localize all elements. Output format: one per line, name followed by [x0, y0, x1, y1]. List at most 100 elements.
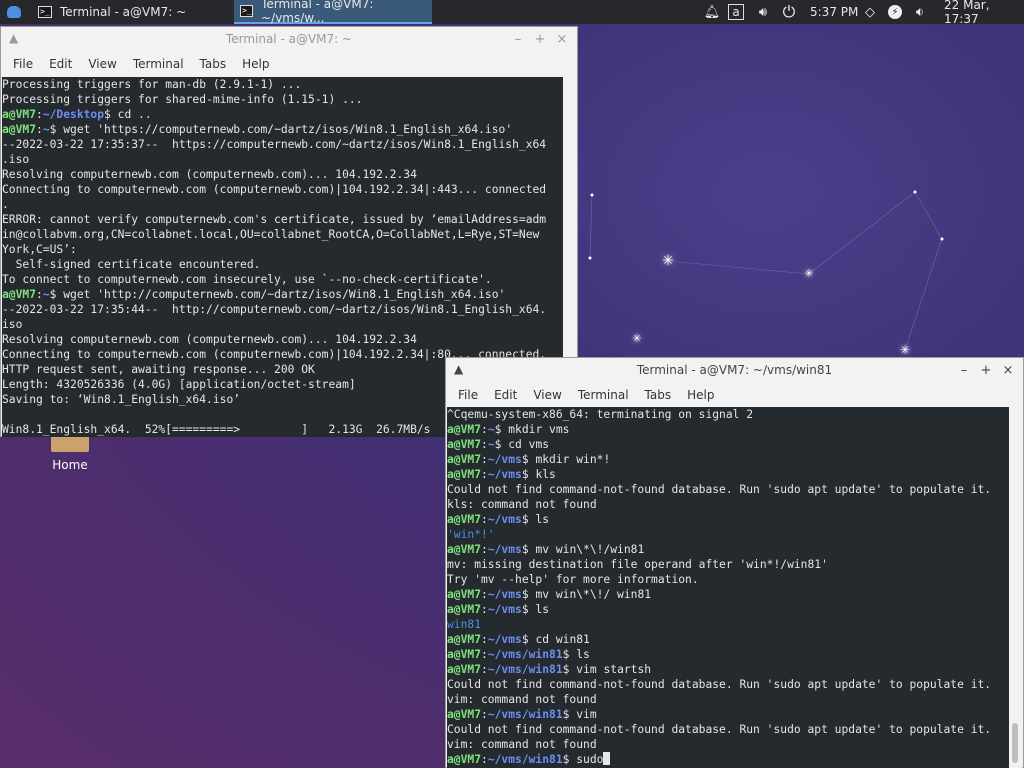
terminal-line: a@VM7:~/vms/win81$ vim startsh	[447, 662, 1010, 677]
terminal-line: a@VM7:~$ wget 'https://computernewb.com/…	[2, 122, 563, 137]
window-titlebar[interactable]: ▲ Terminal - a@VM7: ~ – + ×	[1, 27, 577, 51]
terminal-line: Self-signed certificate encountered.	[2, 257, 563, 272]
terminal-text: iso	[2, 318, 23, 331]
xfce-mouse-icon	[7, 6, 21, 18]
terminal-line: Could not find command-not-found databas…	[447, 677, 1010, 692]
terminal-output[interactable]: ^Cqemu-system-x86_64: terminating on sig…	[447, 407, 1010, 768]
battery-button[interactable]: ⚡	[888, 0, 902, 24]
window-titlebar[interactable]: ▲ Terminal - a@VM7: ~/vms/win81 – + ×	[446, 358, 1023, 382]
star-dot	[588, 256, 592, 260]
terminal-text: $ mv win\*\!/ win81	[521, 588, 652, 601]
terminal-text: ERROR: cannot verify computernewb.com's …	[2, 213, 547, 226]
terminal-line: --2022-03-22 17:35:44-- http://computern…	[2, 302, 563, 317]
volume-button[interactable]: 🔊︎	[755, 0, 771, 24]
terminal-text: .	[2, 198, 9, 211]
terminal-text: $ cd win81	[521, 633, 590, 646]
minimize-icon[interactable]: –	[507, 32, 529, 47]
terminal-text: a@VM7	[447, 438, 482, 451]
menu-tabs[interactable]: Tabs	[637, 388, 680, 402]
terminal-text: :	[481, 633, 488, 646]
clock[interactable]: 5:37 PM	[810, 0, 858, 24]
taskbar-item-terminal-home[interactable]: >_ Terminal - a@VM7: ~	[32, 0, 230, 24]
terminal-text: Processing triggers for shared-mime-info…	[2, 93, 363, 106]
terminal-text: Saving to: ‘Win8.1_English_x64.iso’	[2, 393, 241, 406]
terminal-text: a@VM7	[447, 543, 482, 556]
terminal-text: Length: 4320526336 (4.0G) [application/o…	[2, 378, 356, 391]
terminal-text: a@VM7	[447, 468, 482, 481]
terminal-line: ERROR: cannot verify computernewb.com's …	[2, 212, 563, 227]
menu-edit[interactable]: Edit	[41, 57, 80, 71]
menu-help[interactable]: Help	[679, 388, 722, 402]
menu-file[interactable]: File	[5, 57, 41, 71]
terminal-line: a@VM7:~$ wget 'http://computernewb.com/~…	[2, 287, 563, 302]
power-button[interactable]: ⏻	[781, 0, 797, 24]
window-title: Terminal - a@VM7: ~/vms/win81	[636, 363, 833, 377]
notifications-button[interactable]: 🔔︎	[703, 0, 721, 24]
terminal-text: Could not find command-not-found databas…	[447, 723, 992, 736]
menu-tabs[interactable]: Tabs	[192, 57, 235, 71]
taskbar-item-terminal-vms[interactable]: >_ Terminal - a@VM7: ~/vms/w...	[234, 0, 432, 25]
terminal-line: a@VM7:~/Desktop$ cd ..	[2, 107, 563, 122]
terminal-text: --2022-03-22 17:35:37-- https://computer…	[2, 138, 547, 151]
terminal-line: York,C=US’:	[2, 242, 563, 257]
speaker-button[interactable]: 🔉︎	[912, 0, 928, 24]
keyboard-layout-button[interactable]: a	[728, 0, 744, 24]
terminal-line: .	[2, 197, 563, 212]
date-clock[interactable]: 22 Mar, 17:37	[944, 0, 1024, 26]
terminal-text: $ mv win\*\!/win81	[521, 543, 645, 556]
terminal-line: a@VM7:~/vms$ mkdir win*!	[447, 452, 1010, 467]
terminal-text: :	[481, 603, 488, 616]
minimize-icon[interactable]: –	[953, 363, 975, 378]
terminal-line: mv: missing destination file operand aft…	[447, 557, 1010, 572]
terminal-line: a@VM7:~/vms/win81$ sudo	[447, 752, 1010, 767]
window-menu-icon[interactable]: ▲	[454, 362, 463, 376]
volume-icon: 🔊︎	[758, 4, 768, 20]
terminal-line: Resolving computernewb.com (computernewb…	[2, 167, 563, 182]
terminal-text: ~/Desktop	[42, 108, 105, 121]
terminal-line: in@collabvm.org,CN=collabnet.local,OU=co…	[2, 227, 563, 242]
terminal-text: a@VM7	[2, 123, 37, 136]
wifi-icon: ◇	[865, 4, 875, 20]
terminal-text: :	[36, 288, 43, 301]
terminal-line: a@VM7:~/vms$ ls	[447, 512, 1010, 527]
scrollbar[interactable]	[1009, 407, 1022, 768]
terminal-text: $ wget 'https://computernewb.com/~dartz/…	[49, 123, 513, 136]
speaker-icon: 🔉︎	[915, 4, 925, 20]
terminal-text: Resolving computernewb.com (computernewb…	[2, 333, 417, 346]
terminal-text: $ sudo	[562, 753, 604, 766]
menu-file[interactable]: File	[450, 388, 486, 402]
menu-terminal[interactable]: Terminal	[125, 57, 192, 71]
menu-view[interactable]: View	[80, 57, 124, 71]
terminal-line: Connecting to computernewb.com (computer…	[2, 182, 563, 197]
close-icon[interactable]: ×	[551, 32, 573, 47]
keyboard-layout-icon: a	[728, 4, 744, 20]
terminal-text: a@VM7	[447, 633, 482, 646]
terminal-window-vms[interactable]: ▲ Terminal - a@VM7: ~/vms/win81 – + × Fi…	[445, 357, 1024, 768]
app-menu-button[interactable]	[4, 0, 24, 24]
network-button[interactable]: ◇	[862, 0, 878, 24]
menu-edit[interactable]: Edit	[486, 388, 525, 402]
terminal-text: $ mkdir win*!	[521, 453, 611, 466]
terminal-text: :	[36, 123, 43, 136]
terminal-text: a@VM7	[447, 753, 482, 766]
star-icon: ✳	[632, 332, 642, 345]
terminal-text: :	[481, 543, 488, 556]
star-icon: ✳	[804, 267, 814, 280]
menu-help[interactable]: Help	[234, 57, 277, 71]
maximize-icon[interactable]: +	[529, 32, 551, 47]
terminal-line: win81	[447, 617, 1010, 632]
terminal-line: a@VM7:~$ mkdir vms	[447, 422, 1010, 437]
menubar: File Edit View Terminal Tabs Help	[1, 51, 577, 77]
maximize-icon[interactable]: +	[975, 363, 997, 378]
menu-terminal[interactable]: Terminal	[570, 388, 637, 402]
terminal-text: :	[481, 708, 488, 721]
window-menu-icon[interactable]: ▲	[9, 31, 18, 45]
terminal-text: :	[481, 423, 488, 436]
scrollbar-thumb[interactable]	[1012, 723, 1018, 763]
terminal-text: ~/vms	[487, 468, 522, 481]
bell-icon: 🔔︎	[703, 4, 721, 20]
terminal-text: HTTP request sent, awaiting response... …	[2, 363, 315, 376]
terminal-text: a@VM7	[447, 513, 482, 526]
menu-view[interactable]: View	[525, 388, 569, 402]
close-icon[interactable]: ×	[997, 363, 1019, 378]
